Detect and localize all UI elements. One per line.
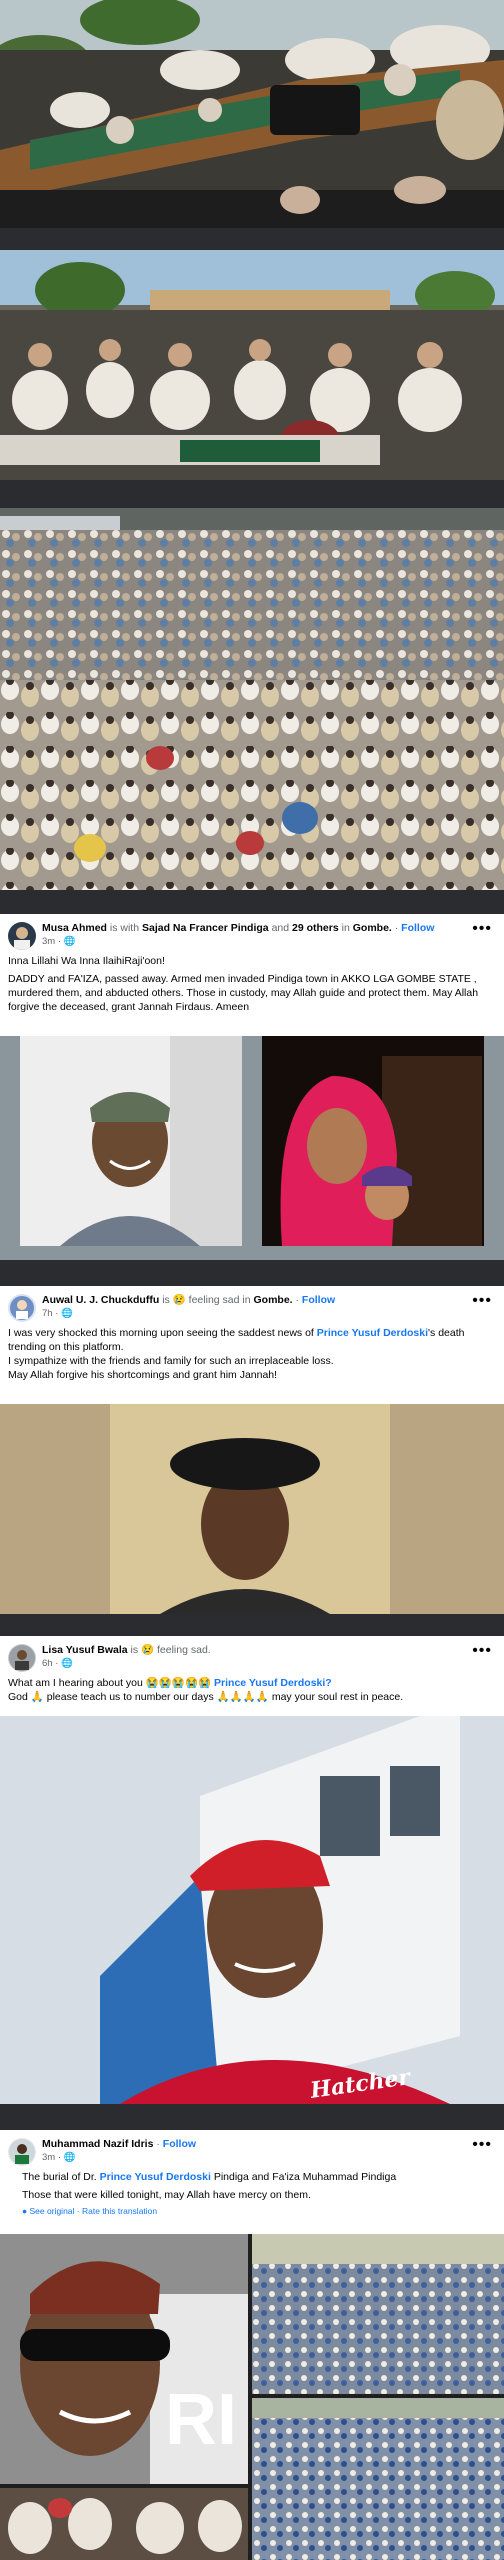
post-line: I was very shocked this morning upon see… <box>8 1327 465 1353</box>
separator <box>0 1614 504 1636</box>
post-line: What am I hearing about you 😭😭😭😭😭 Prince… <box>8 1677 332 1689</box>
author-name[interactable]: Auwal U. J. Chuckduffu <box>42 1294 159 1306</box>
post-line: God 🙏 please teach us to number our days… <box>8 1691 404 1703</box>
man-black-cap-photo[interactable] <box>0 1404 504 1614</box>
post-lisa-yusuf-bwala: Lisa Yusuf Bwala is 😢 feeling sad. 6h · … <box>0 1636 504 2104</box>
mention-link[interactable]: Prince Yusuf Derdoski <box>100 2171 211 2183</box>
woman-child-photo[interactable] <box>262 1036 484 1246</box>
separator <box>0 2104 504 2130</box>
follow-button[interactable]: Follow <box>163 2138 196 2150</box>
author-name[interactable]: Muhammad Nazif Idris <box>42 2138 153 2150</box>
avatar[interactable] <box>8 1644 36 1672</box>
post-line: May Allah forgive his shortcomings and g… <box>8 1369 278 1381</box>
translation-links: ● See original · Rate this translation <box>22 2206 158 2216</box>
post-time: 7h · 🌐 <box>42 1308 73 1319</box>
translate-icon: ● <box>22 2206 28 2216</box>
avatar[interactable] <box>8 2138 36 2166</box>
post-images[interactable] <box>0 1036 504 1260</box>
more-options-icon[interactable]: ••• <box>472 920 492 938</box>
mention-link[interactable]: Prince Yusuf Derdoski? <box>214 1677 332 1689</box>
globe-icon: 🌐 <box>61 1658 73 1669</box>
post-muhammad-nazif-idris: Muhammad Nazif Idris · Follow 3m · 🌐 •••… <box>0 2130 504 2560</box>
more-options-icon[interactable]: ••• <box>472 1292 492 1310</box>
post-line: The burial of Dr. Prince Yusuf Derdoski … <box>22 2171 397 2183</box>
separator <box>0 890 504 914</box>
crowd-bottom-photo[interactable] <box>252 2398 504 2560</box>
follow-button[interactable]: Follow <box>302 1294 335 1306</box>
post-header: Musa Ahmed is with Sajad Na Francer Pind… <box>42 922 435 934</box>
funeral-procession-photo <box>0 0 504 228</box>
post-header: Lisa Yusuf Bwala is 😢 feeling sad. <box>42 1644 211 1656</box>
man-red-cap-photo[interactable]: Hatcher <box>0 1716 504 2104</box>
mass-prayer-photo <box>0 508 504 890</box>
globe-icon: 🌐 <box>61 1308 73 1319</box>
post-line: I sympathize with the friends and family… <box>8 1355 334 1367</box>
post-text: Inna Lillahi Wa Inna IlaihiRaji'oon! DAD… <box>0 954 504 1020</box>
see-original-link[interactable]: See original <box>30 2206 75 2216</box>
separator <box>0 228 504 250</box>
separator <box>0 480 504 508</box>
crowd-left-photo[interactable] <box>0 2488 248 2560</box>
man-sunglasses-photo[interactable]: RI <box>0 2234 248 2484</box>
avatar[interactable] <box>8 1294 36 1322</box>
post-text: What am I hearing about you 😭😭😭😭😭 Prince… <box>0 1676 504 1710</box>
post-auwal-chuckduffu: Auwal U. J. Chuckduffu is 😢 feeling sad … <box>0 1286 504 1614</box>
author-name[interactable]: Musa Ahmed <box>42 922 107 934</box>
post-line: Inna Lillahi Wa Inna IlaihiRaji'oon! <box>8 955 165 967</box>
post-header: Muhammad Nazif Idris · Follow <box>42 2138 197 2150</box>
avatar[interactable] <box>8 922 36 950</box>
crowd-top-photo[interactable] <box>252 2234 504 2394</box>
rate-translation-link[interactable]: Rate this translation <box>82 2206 157 2216</box>
overlay-text: RI <box>165 2380 237 2460</box>
place-link[interactable]: Gombe. <box>353 922 392 934</box>
author-name[interactable]: Lisa Yusuf Bwala <box>42 1644 128 1656</box>
follow-button[interactable]: Follow <box>401 922 434 934</box>
post-time: 6h · 🌐 <box>42 1658 73 1669</box>
more-options-icon[interactable]: ••• <box>472 2136 492 2154</box>
post-images[interactable]: RI <box>0 2234 504 2560</box>
mention-link[interactable]: Prince Yusuf Derdoski <box>317 1327 428 1339</box>
post-time: 3m · 🌐 <box>42 2152 76 2163</box>
post-musa-ahmed: Musa Ahmed is with Sajad Na Francer Pind… <box>0 914 504 1260</box>
crowd-photo <box>0 250 504 480</box>
globe-icon: 🌐 <box>63 2152 76 2163</box>
post-time: 3m · 🌐 <box>42 936 76 947</box>
globe-icon: 🌐 <box>63 936 76 947</box>
others-link[interactable]: 29 others <box>292 922 339 934</box>
tagged-name[interactable]: Sajad Na Francer Pindiga <box>142 922 269 934</box>
post-line: Those that were killed tonight, may Alla… <box>22 2189 311 2201</box>
post-text: I was very shocked this morning upon see… <box>0 1326 504 1388</box>
post-header: Auwal U. J. Chuckduffu is 😢 feeling sad … <box>42 1294 336 1306</box>
post-line: DADDY and FA'IZA, passed away. Armed men… <box>8 973 479 1013</box>
post-text: The burial of Dr. Prince Yusuf Derdoski … <box>0 2170 504 2224</box>
separator <box>0 1260 504 1286</box>
more-options-icon[interactable]: ••• <box>472 1642 492 1660</box>
man-portrait-photo[interactable] <box>20 1036 242 1246</box>
place-link[interactable]: Gombe. <box>253 1294 292 1306</box>
